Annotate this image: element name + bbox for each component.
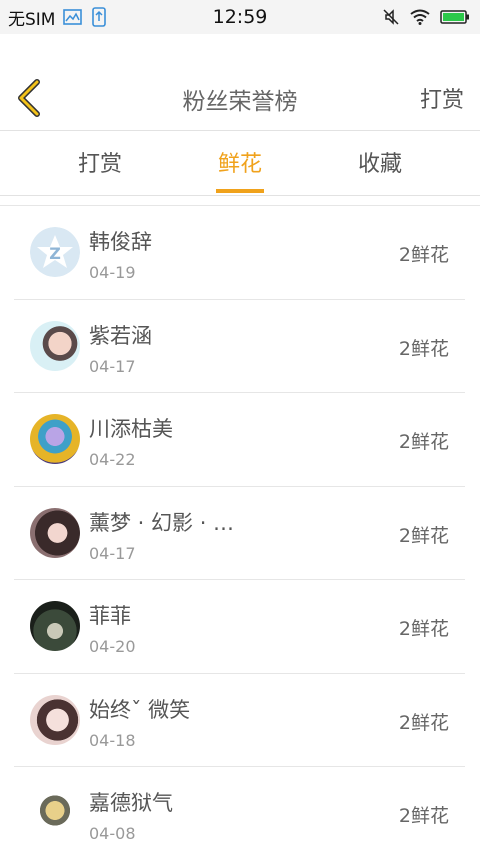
page-title: 粉丝荣誉榜 [182,89,298,115]
list-item[interactable]: Z 韩俊辞 04-19 2鲜花 [14,206,465,300]
fan-date: 04-17 [89,356,136,376]
fan-name: 嘉德狱气 [89,791,173,815]
avatar [30,601,80,651]
tab-label: 鲜花 [217,152,262,177]
fan-list-inner: Z 韩俊辞 04-19 2鲜花 紫若涵 04-17 2鲜花 川添枯美 04-22… [14,206,465,854]
list-item[interactable]: 紫若涵 04-17 2鲜花 [14,300,465,393]
fan-date: 04-17 [89,543,136,563]
fan-name: 韩俊辞 [89,230,152,254]
svg-text:Z: Z [49,244,61,263]
fan-date: 04-22 [89,450,136,469]
flower-count: 2鲜花 [398,244,449,266]
fan-name: 川添枯美 [89,417,173,441]
flower-count: 2鲜花 [398,711,449,734]
list-item[interactable]: 薰梦 · 幻影 · … 04-17 2鲜花 [14,487,465,580]
flower-count: 2鲜花 [398,618,449,640]
list-item[interactable]: 川添枯美 04-22 2鲜花 [14,393,465,487]
mute-icon [382,8,400,26]
app-header: 粉丝荣誉榜 打赏 [0,34,480,131]
fan-name: 始终ˇ 微笑 [89,697,191,722]
avatar [30,507,80,558]
flower-count: 2鲜花 [398,431,449,453]
tab-bar: 打赏 鲜花 收藏 [0,132,480,196]
tab-label: 打赏 [77,152,122,177]
tab-label: 收藏 [357,152,402,177]
fan-name: 薰梦 · 幻影 · … [89,510,235,535]
flower-count: 2鲜花 [398,337,449,360]
fan-date: 04-20 [89,637,136,656]
fan-date: 04-19 [89,263,136,282]
fan-date: 04-08 [89,824,136,843]
fan-date: 04-18 [89,730,136,750]
avatar [30,694,80,745]
active-tab-indicator [216,189,264,193]
tab-flowers[interactable]: 鲜花 [180,132,300,196]
fan-name: 紫若涵 [89,323,152,348]
avatar [30,320,80,371]
fan-list: Z 韩俊辞 04-19 2鲜花 紫若涵 04-17 2鲜花 川添枯美 04-22… [0,205,480,843]
status-bar: 无SIM 12:59 [0,0,480,34]
list-item[interactable]: 嘉德狱气 04-08 2鲜花 [14,767,465,854]
status-bar-right [382,0,470,34]
tab-reward[interactable]: 打赏 [40,132,160,196]
list-item[interactable]: 菲菲 04-20 2鲜花 [14,580,465,674]
avatar [30,414,80,464]
default-avatar-icon: Z [30,227,80,277]
tab-favorites[interactable]: 收藏 [320,132,440,196]
flower-count: 2鲜花 [398,805,449,827]
wifi-icon [410,9,430,25]
fan-name: 菲菲 [89,604,131,628]
battery-icon [440,9,470,25]
flower-count: 2鲜花 [398,524,449,547]
avatar [30,788,80,838]
list-item[interactable]: 始终ˇ 微笑 04-18 2鲜花 [14,674,465,767]
reward-link[interactable]: 打赏 [420,82,464,114]
